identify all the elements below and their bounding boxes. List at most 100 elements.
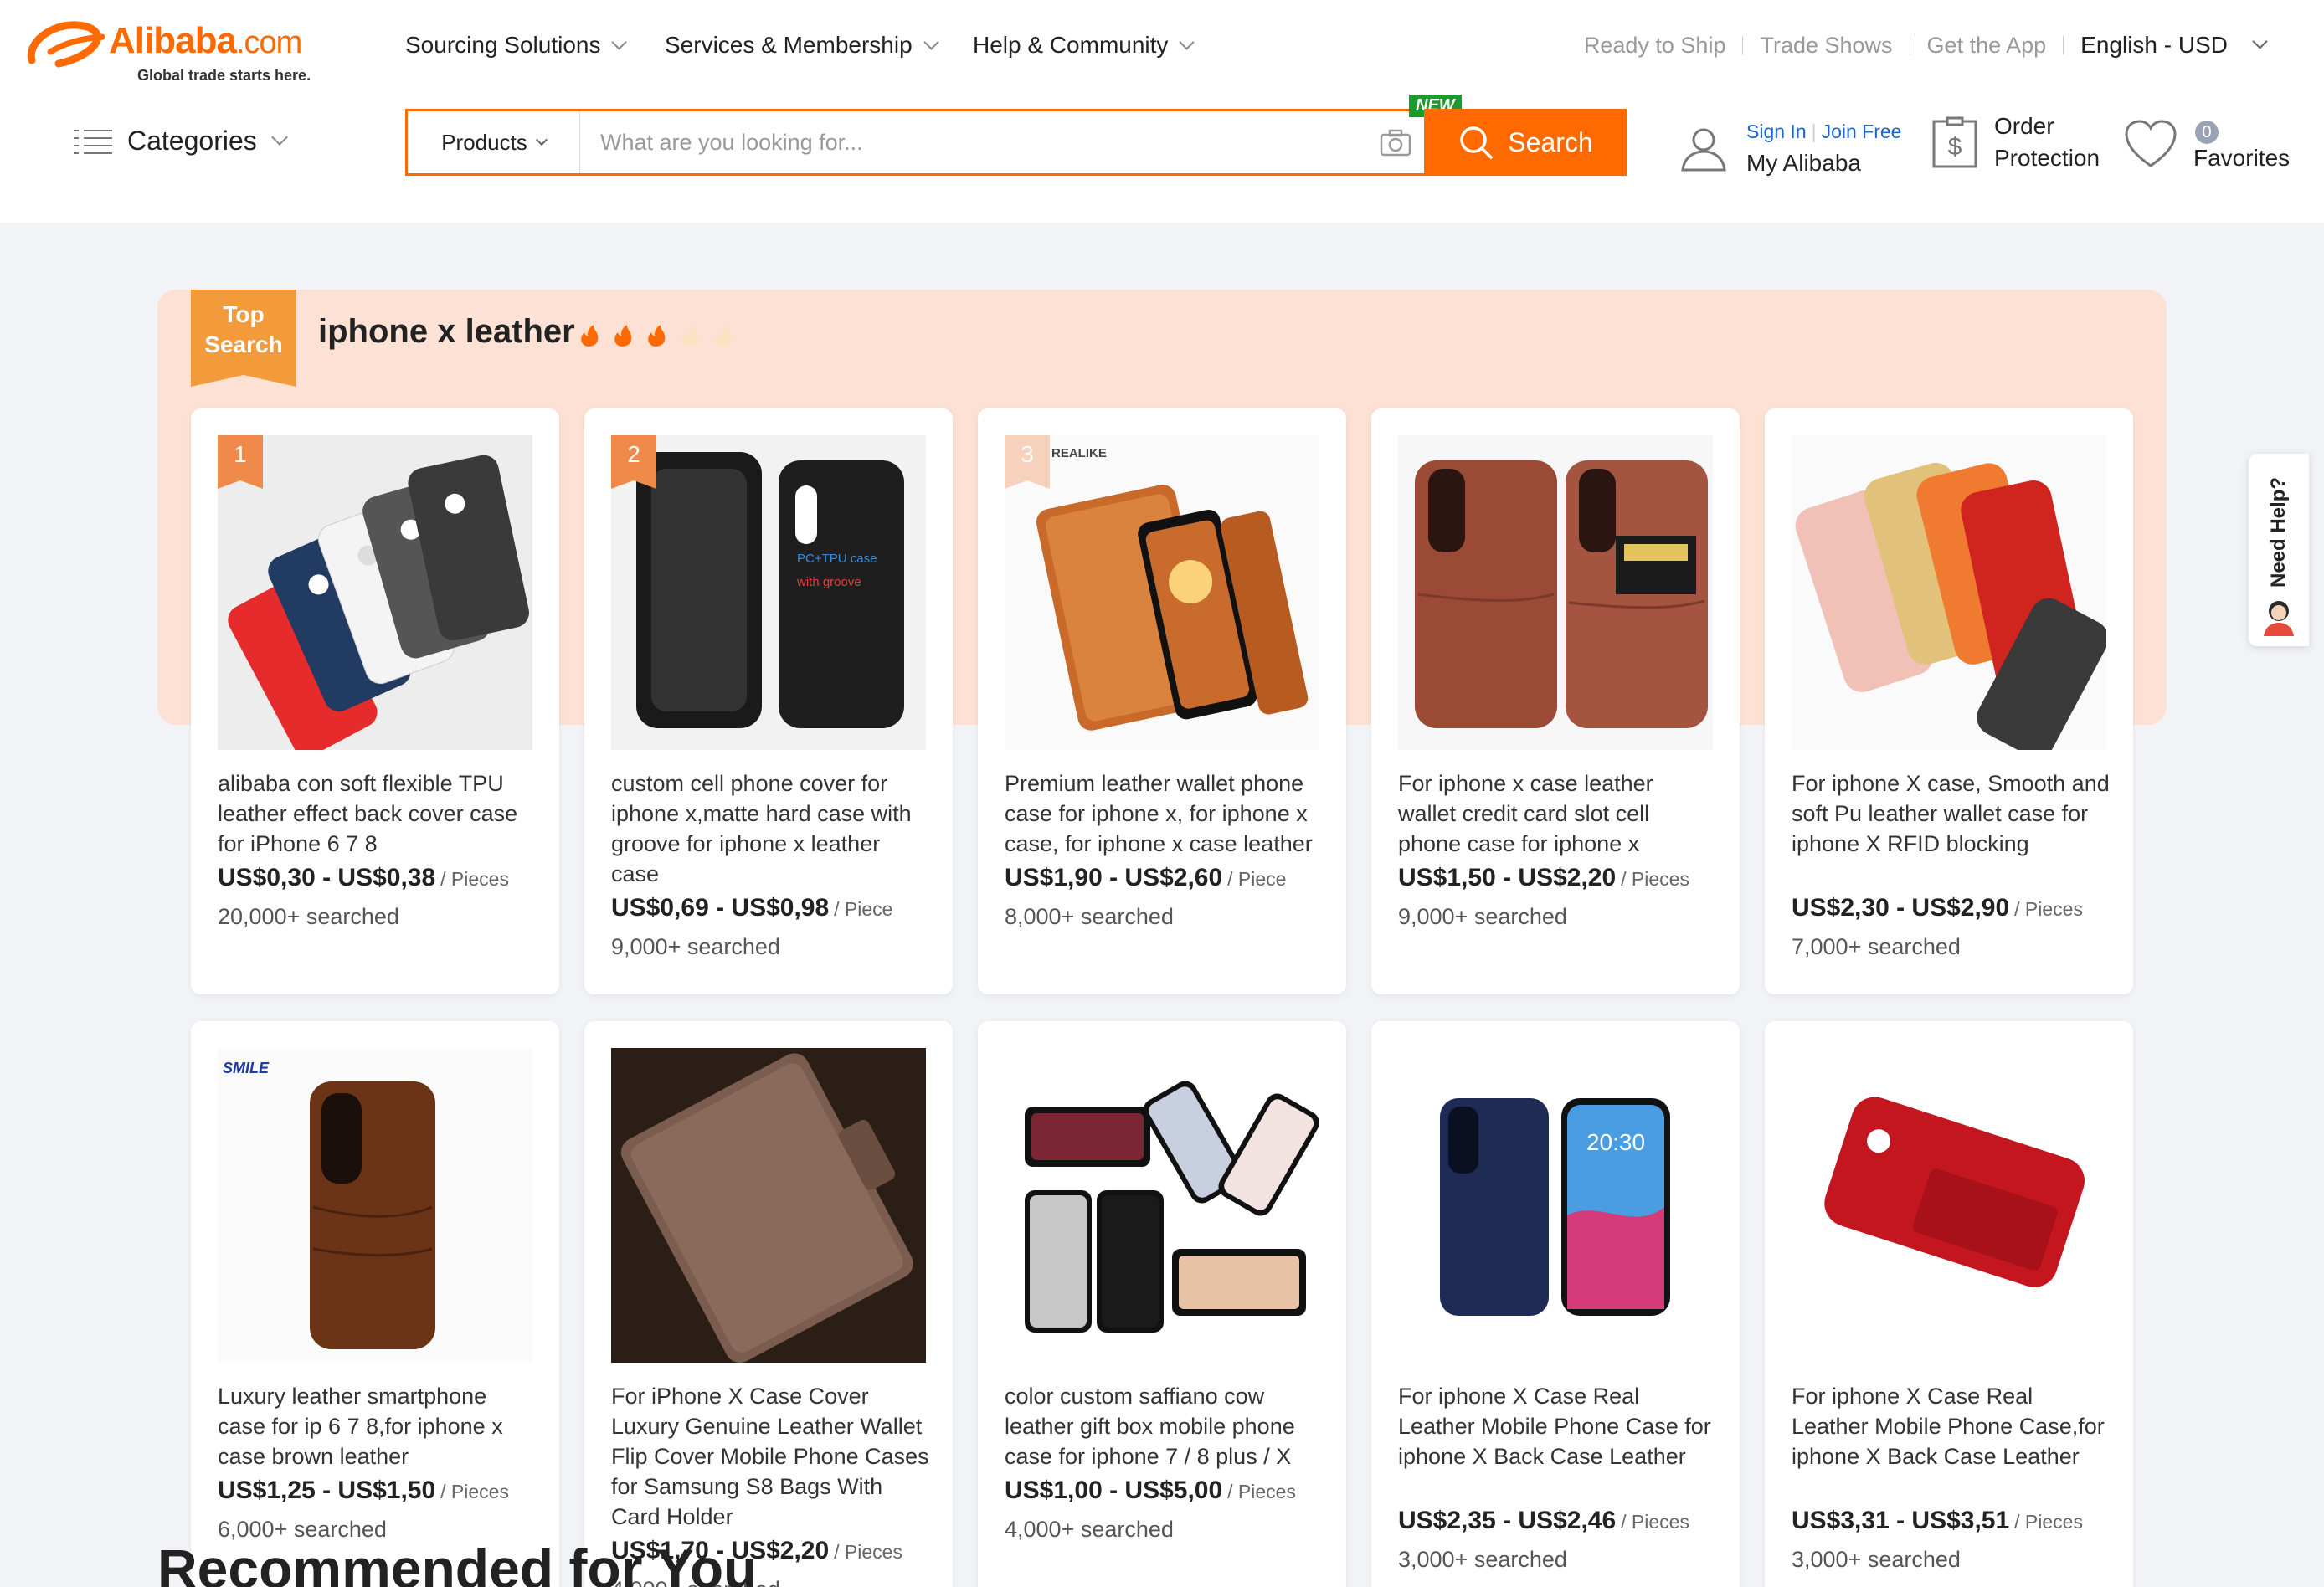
product-title[interactable]: For iphone x case leather wallet credit … — [1398, 768, 1716, 859]
need-help-tab[interactable]: Need Help? — [2249, 454, 2309, 646]
price-unit: / Pieces — [440, 868, 509, 890]
product-price: US$1,50 - US$2,20/ Pieces — [1398, 864, 1689, 892]
price-range: US$3,31 - US$3,51 — [1792, 1507, 2010, 1534]
product-image[interactable] — [1398, 435, 1713, 750]
my-alibaba-label[interactable]: My Alibaba — [1746, 147, 1901, 179]
top-search-badge-line2: Search — [204, 331, 283, 357]
top-search-badge: Top Search — [191, 290, 296, 387]
recommended-title: Recommended for You — [157, 1538, 758, 1587]
order-protection[interactable]: $ Order Protection — [1931, 110, 2100, 174]
product-title[interactable]: custom cell phone cover for iphone x,mat… — [611, 768, 929, 889]
language-currency-selector[interactable]: English - USD — [2080, 32, 2228, 59]
sign-in-link[interactable]: Sign In — [1746, 121, 1807, 142]
logo-tagline: Global trade starts here. — [137, 67, 311, 84]
image-caption-1: PC+TPU case — [797, 552, 877, 566]
search-bar: Products NEW Search — [405, 95, 1627, 176]
product-card[interactable]: For iphone X case, Smooth and soft Pu le… — [1765, 408, 2133, 994]
product-image[interactable]: REALIKE — [1005, 435, 1319, 750]
product-title[interactable]: Luxury leather smartphone case for ip 6 … — [218, 1381, 536, 1471]
favorites-count: 0 — [2195, 121, 2219, 144]
chevron-down-icon — [535, 133, 548, 146]
search-count: 9,000+ searched — [1398, 904, 1567, 929]
search-count: 20,000+ searched — [218, 904, 399, 929]
product-image[interactable] — [611, 1048, 926, 1363]
rank-badge: 3 — [1005, 435, 1050, 489]
product-card[interactable]: color custom saffiano cow leather gift b… — [978, 1021, 1346, 1587]
product-price: US$1,90 - US$2,60/ Piece — [1005, 864, 1286, 892]
product-card[interactable]: SMILE Luxury leather smartphone case for… — [191, 1021, 559, 1587]
product-price: US$0,69 - US$0,98/ Piece — [611, 894, 892, 922]
favorites[interactable]: 0 Favorites — [2123, 114, 2290, 174]
product-image[interactable]: SMILE — [218, 1048, 532, 1363]
product-image[interactable]: 20:30 — [1398, 1048, 1713, 1363]
link-get-the-app[interactable]: Get the App — [1927, 33, 2047, 59]
chevron-down-icon — [923, 33, 939, 50]
price-range: US$1,50 - US$2,20 — [1398, 864, 1617, 891]
search-icon — [1460, 126, 1494, 159]
alibaba-logo-mark-icon — [27, 21, 105, 68]
nav-sourcing-solutions[interactable]: Sourcing Solutions — [405, 32, 628, 59]
product-card[interactable]: 1 alibaba con soft flexible TPU leather … — [191, 408, 559, 994]
product-image[interactable] — [218, 435, 532, 750]
product-title[interactable]: Premium leather wallet phone case for ip… — [1005, 768, 1323, 859]
search-button[interactable]: Search — [1424, 109, 1627, 176]
image-caption-2: with groove — [796, 575, 861, 589]
product-card[interactable]: 3 REALIKE Premium leather wallet phone c… — [978, 408, 1346, 994]
search-input[interactable] — [580, 111, 1417, 173]
divider — [1742, 36, 1744, 54]
product-card[interactable]: For iPhone X Case Cover Luxury Genuine L… — [584, 1021, 953, 1587]
product-title[interactable]: alibaba con soft flexible TPU leather ef… — [218, 768, 536, 859]
favorites-label: Favorites — [2193, 145, 2291, 171]
nav-services-label: Services & Membership — [665, 32, 913, 58]
link-trade-shows[interactable]: Trade Shows — [1760, 33, 1892, 59]
user-icon — [1681, 128, 1726, 172]
search-count: 3,000+ searched — [1792, 1547, 1961, 1572]
flame-icon — [715, 325, 733, 347]
protection-label: Protection — [1994, 145, 2100, 171]
order-label: Order — [1994, 113, 2054, 139]
search-type-label: Products — [441, 129, 527, 155]
chevron-down-icon — [611, 33, 628, 50]
site-header: Alibaba.com Global trade starts here. So… — [0, 0, 2324, 223]
price-unit: / Piece — [834, 898, 893, 920]
alibaba-logo[interactable]: Alibaba.com Global trade starts here. — [25, 17, 360, 84]
popularity-flames — [578, 323, 740, 348]
support-agent-icon — [2264, 601, 2294, 636]
product-price: US$1,25 - US$1,50/ Pieces — [218, 1477, 509, 1505]
price-range: US$1,25 - US$1,50 — [218, 1477, 436, 1504]
product-title[interactable]: color custom saffiano cow leather gift b… — [1005, 1381, 1323, 1471]
nav-help-label: Help & Community — [973, 32, 1169, 58]
price-unit: / Piece — [1227, 868, 1287, 890]
categories-menu[interactable]: Categories — [74, 126, 288, 157]
product-title[interactable]: For iPhone X Case Cover Luxury Genuine L… — [611, 1381, 929, 1532]
rank-badge: 2 — [611, 435, 656, 489]
nav-help-community[interactable]: Help & Community — [973, 32, 1195, 59]
search-type-dropdown[interactable]: Products — [408, 111, 580, 173]
top-search-title[interactable]: iphone x leather — [318, 313, 575, 351]
product-card[interactable]: 2 PC+TPU case with groove custom cell ph… — [584, 408, 953, 994]
search-count: 8,000+ searched — [1005, 904, 1174, 929]
product-card[interactable]: For iphone X Case Real Leather Mobile Ph… — [1765, 1021, 2133, 1587]
camera-icon[interactable] — [1379, 128, 1412, 158]
product-image[interactable]: PC+TPU case with groove — [611, 435, 926, 750]
order-protection-icon: $ — [1932, 116, 1977, 168]
chevron-down-icon[interactable] — [2252, 33, 2268, 49]
product-image[interactable] — [1005, 1048, 1319, 1363]
product-image[interactable] — [1792, 435, 2106, 750]
nav-services-membership[interactable]: Services & Membership — [665, 32, 939, 59]
menu-list-icon — [74, 128, 112, 155]
search-count: 4,000+ searched — [1005, 1517, 1174, 1542]
nav-sourcing-label: Sourcing Solutions — [405, 32, 601, 58]
product-title[interactable]: For iphone X Case Real Leather Mobile Ph… — [1792, 1381, 2110, 1471]
divider — [2063, 36, 2064, 54]
price-range: US$1,90 - US$2,60 — [1005, 864, 1223, 891]
product-title[interactable]: For iphone X case, Smooth and soft Pu le… — [1792, 768, 2110, 859]
price-unit: / Pieces — [2014, 1511, 2083, 1533]
product-title[interactable]: For iphone X Case Real Leather Mobile Ph… — [1398, 1381, 1716, 1471]
join-free-link[interactable]: Join Free — [1822, 121, 1902, 142]
product-image[interactable] — [1792, 1048, 2106, 1363]
account-menu[interactable]: Sign In | Join Free My Alibaba — [1678, 116, 1901, 179]
link-ready-to-ship[interactable]: Ready to Ship — [1584, 33, 1726, 59]
product-card[interactable]: For iphone x case leather wallet credit … — [1371, 408, 1740, 994]
product-card[interactable]: 20:30 For iphone X Case Real Leather Mob… — [1371, 1021, 1740, 1587]
